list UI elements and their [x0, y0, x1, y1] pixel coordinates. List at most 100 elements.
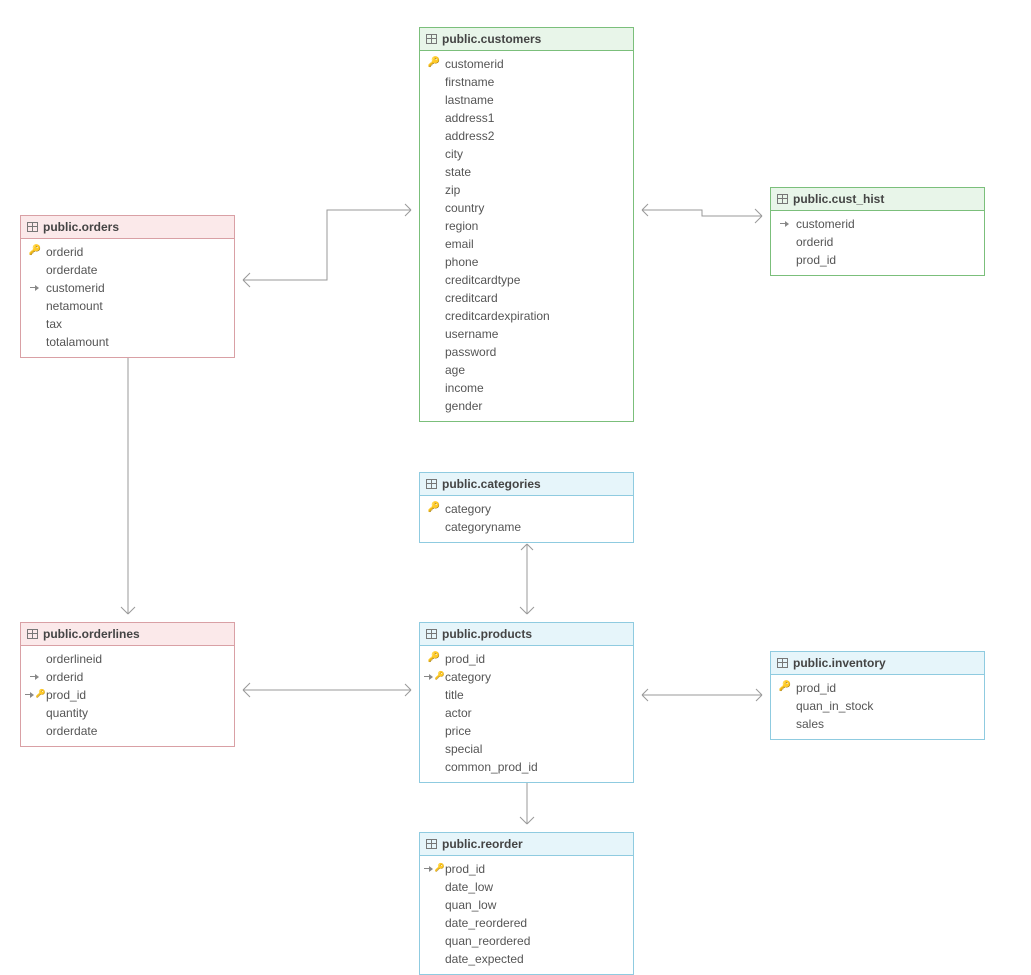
- primary-key-icon: 🔑: [428, 650, 440, 666]
- column-creditcardexpiration[interactable]: creditcardexpiration: [422, 307, 631, 325]
- entity-categories[interactable]: public.categories 🔑categorycategoryname: [419, 472, 634, 543]
- entity-customers[interactable]: public.customers 🔑customeridfirstnamelast…: [419, 27, 634, 422]
- column-quan_low[interactable]: quan_low: [422, 896, 631, 914]
- column-gender[interactable]: gender: [422, 397, 631, 415]
- entity-orderlines[interactable]: public.orderlines orderlineidorderid🔑prod…: [20, 622, 235, 747]
- primary-key-icon: 🔑: [779, 679, 791, 695]
- column-prod_id[interactable]: 🔑prod_id: [23, 686, 232, 704]
- column-prod_id[interactable]: 🔑prod_id: [422, 860, 631, 878]
- column-name: prod_id: [445, 861, 485, 877]
- column-city[interactable]: city: [422, 145, 631, 163]
- entity-header[interactable]: public.cust_hist: [771, 188, 984, 211]
- primary-key-icon: 🔑: [29, 243, 41, 259]
- foreign-key-icon: 🔑: [424, 861, 445, 877]
- column-firstname[interactable]: firstname: [422, 73, 631, 91]
- column-name: actor: [445, 705, 472, 721]
- column-orderid[interactable]: 🔑orderid: [23, 243, 232, 261]
- column-quantity[interactable]: quantity: [23, 704, 232, 722]
- column-name: totalamount: [46, 334, 109, 350]
- column-name: tax: [46, 316, 62, 332]
- entity-title: public.orders: [43, 220, 119, 234]
- column-category[interactable]: 🔑category: [422, 668, 631, 686]
- column-name: email: [445, 236, 474, 252]
- column-name: address2: [445, 128, 494, 144]
- column-name: prod_id: [796, 252, 836, 268]
- column-country[interactable]: country: [422, 199, 631, 217]
- column-lastname[interactable]: lastname: [422, 91, 631, 109]
- column-categoryname[interactable]: categoryname: [422, 518, 631, 536]
- column-totalamount[interactable]: totalamount: [23, 333, 232, 351]
- entity-header[interactable]: public.products: [420, 623, 633, 646]
- column-sales[interactable]: sales: [773, 715, 982, 733]
- column-creditcardtype[interactable]: creditcardtype: [422, 271, 631, 289]
- column-name: orderid: [46, 669, 83, 685]
- column-customerid[interactable]: 🔑customerid: [422, 55, 631, 73]
- column-name: age: [445, 362, 465, 378]
- primary-key-icon: 🔑: [428, 55, 440, 71]
- column-orderid[interactable]: orderid: [23, 668, 232, 686]
- column-date_reordered[interactable]: date_reordered: [422, 914, 631, 932]
- table-icon: [777, 194, 788, 204]
- column-special[interactable]: special: [422, 740, 631, 758]
- entity-header[interactable]: public.categories: [420, 473, 633, 496]
- entity-header[interactable]: public.inventory: [771, 652, 984, 675]
- column-name: quan_reordered: [445, 933, 530, 949]
- entity-inventory[interactable]: public.inventory 🔑prod_idquan_in_stocksal…: [770, 651, 985, 740]
- column-password[interactable]: password: [422, 343, 631, 361]
- column-creditcard[interactable]: creditcard: [422, 289, 631, 307]
- column-name: region: [445, 218, 478, 234]
- column-name: date_low: [445, 879, 493, 895]
- column-customerid[interactable]: customerid: [773, 215, 982, 233]
- column-orderlineid[interactable]: orderlineid: [23, 650, 232, 668]
- entity-orders[interactable]: public.orders 🔑orderidorderdatecustomerid…: [20, 215, 235, 358]
- column-name: lastname: [445, 92, 494, 108]
- erd-canvas: public.customers🔑customeridfirstnamelast…: [0, 0, 1031, 950]
- column-name: date_reordered: [445, 915, 527, 931]
- entity-header[interactable]: public.customers: [420, 28, 633, 51]
- column-name: city: [445, 146, 463, 162]
- column-name: customerid: [46, 280, 105, 296]
- column-email[interactable]: email: [422, 235, 631, 253]
- column-name: prod_id: [46, 687, 86, 703]
- column-prod_id[interactable]: prod_id: [773, 251, 982, 269]
- column-username[interactable]: username: [422, 325, 631, 343]
- entity-products[interactable]: public.products 🔑prod_id🔑categorytitleact…: [419, 622, 634, 783]
- column-date_expected[interactable]: date_expected: [422, 950, 631, 968]
- column-quan_reordered[interactable]: quan_reordered: [422, 932, 631, 950]
- column-orderdate[interactable]: orderdate: [23, 722, 232, 740]
- column-age[interactable]: age: [422, 361, 631, 379]
- column-income[interactable]: income: [422, 379, 631, 397]
- column-name: country: [445, 200, 484, 216]
- entity-header[interactable]: public.orders: [21, 216, 234, 239]
- entity-header[interactable]: public.reorder: [420, 833, 633, 856]
- entity-columns: 🔑orderidorderdatecustomeridnetamounttax t…: [21, 239, 234, 357]
- column-address1[interactable]: address1: [422, 109, 631, 127]
- column-name: special: [445, 741, 482, 757]
- column-common_prod_id[interactable]: common_prod_id: [422, 758, 631, 776]
- entity-title: public.reorder: [442, 837, 523, 851]
- column-orderdate[interactable]: orderdate: [23, 261, 232, 279]
- column-customerid[interactable]: customerid: [23, 279, 232, 297]
- entity-header[interactable]: public.orderlines: [21, 623, 234, 646]
- entity-reorder[interactable]: public.reorder🔑prod_iddate_lowquan_lowda…: [419, 832, 634, 975]
- column-price[interactable]: price: [422, 722, 631, 740]
- column-netamount[interactable]: netamount: [23, 297, 232, 315]
- column-phone[interactable]: phone: [422, 253, 631, 271]
- column-title[interactable]: title: [422, 686, 631, 704]
- column-date_low[interactable]: date_low: [422, 878, 631, 896]
- column-actor[interactable]: actor: [422, 704, 631, 722]
- column-address2[interactable]: address2: [422, 127, 631, 145]
- column-state[interactable]: state: [422, 163, 631, 181]
- entity-cust_hist[interactable]: public.cust_hist customeridorderidprod_id: [770, 187, 985, 276]
- column-region[interactable]: region: [422, 217, 631, 235]
- column-name: sales: [796, 716, 824, 732]
- column-category[interactable]: 🔑category: [422, 500, 631, 518]
- column-orderid[interactable]: orderid: [773, 233, 982, 251]
- column-zip[interactable]: zip: [422, 181, 631, 199]
- column-prod_id[interactable]: 🔑prod_id: [422, 650, 631, 668]
- column-prod_id[interactable]: 🔑prod_id: [773, 679, 982, 697]
- column-quan_in_stock[interactable]: quan_in_stock: [773, 697, 982, 715]
- column-tax[interactable]: tax: [23, 315, 232, 333]
- column-name: quan_in_stock: [796, 698, 873, 714]
- foreign-key-icon: [780, 220, 790, 228]
